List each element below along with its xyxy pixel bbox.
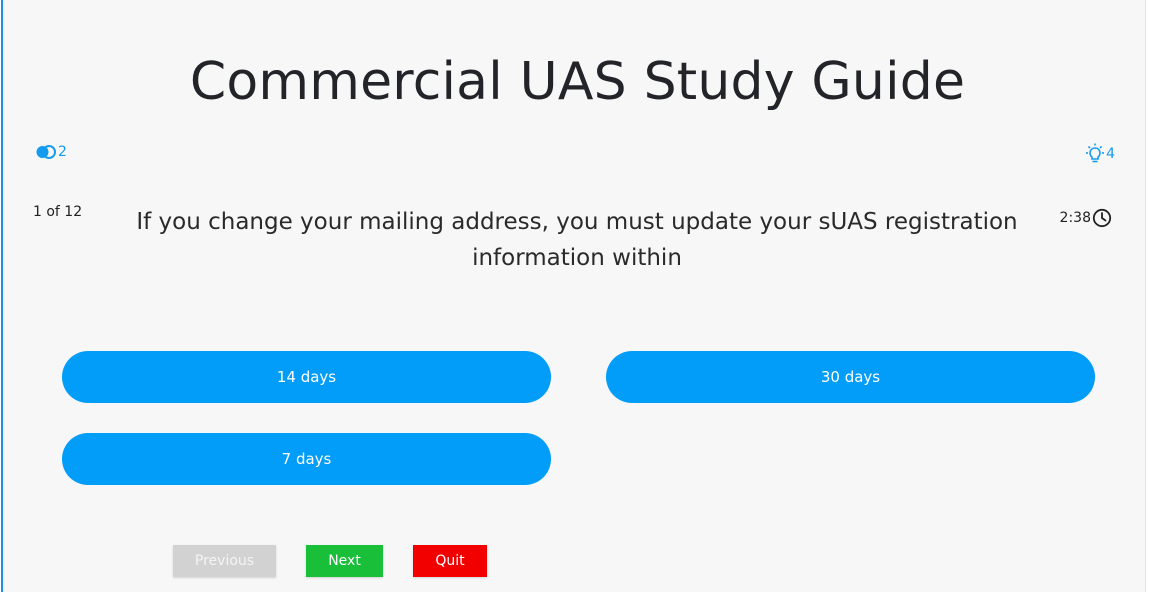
answer-option-3[interactable]: 7 days <box>62 433 551 485</box>
clock-icon <box>1092 208 1112 228</box>
next-button[interactable]: Next <box>306 545 383 577</box>
answer-option-1[interactable]: 14 days <box>62 351 551 403</box>
hint-count: 4 <box>1106 146 1115 162</box>
quit-button[interactable]: Quit <box>413 545 487 577</box>
lightbulb-icon <box>1084 143 1106 165</box>
app-frame: Commercial UAS Study Guide 2 4 1 of 12 2… <box>1 0 1146 592</box>
answer-option-2[interactable]: 30 days <box>606 351 1095 403</box>
hint-indicator[interactable]: 4 <box>1084 143 1115 165</box>
lifeline-indicator[interactable]: 2 <box>35 144 67 160</box>
fifty-fifty-icon <box>35 144 57 160</box>
lifeline-count: 2 <box>58 144 67 160</box>
page-title: Commercial UAS Study Guide <box>189 52 966 112</box>
question-text: If you change your mailing address, you … <box>136 209 1018 271</box>
countdown-timer: 2:38 <box>1060 208 1112 228</box>
previous-button[interactable]: Previous <box>173 545 276 577</box>
question-counter: 1 of 12 <box>33 204 83 220</box>
timer-value: 2:38 <box>1059 210 1091 226</box>
